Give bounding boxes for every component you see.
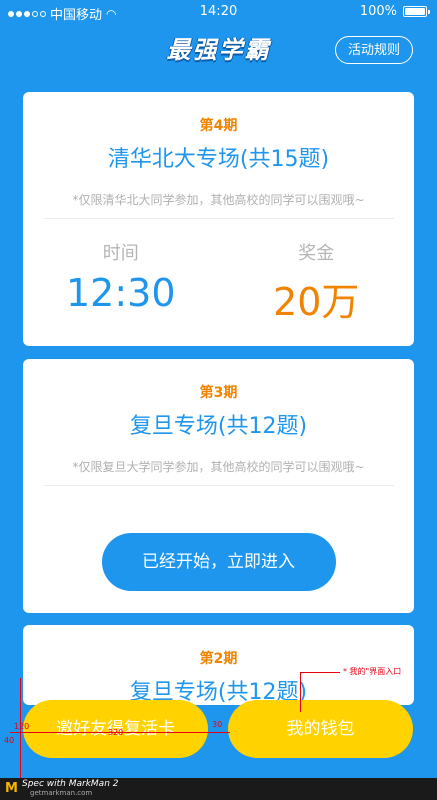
time-label: 时间 [102,243,139,264]
session-note: *仅限复旦大学同学参加，其他高校的同学可以围观哦~ [43,458,394,486]
time-value: 12:30 [65,271,176,315]
markman-footer: M Spec with MarkMan 2 getmarkman.com [0,778,437,800]
period-label: 第2期 [199,651,238,667]
prize-stat: 奖金 20万 [219,239,415,326]
prize-label: 奖金 [298,243,335,264]
period-label: 第3期 [199,385,238,401]
session-card-4: 第4期 清华北大专场(共15题) *仅限清华北大同学参加，其他高校的同学可以围观… [23,92,414,346]
prize-value: 20万 [273,280,360,324]
annotation-line [300,672,301,712]
session-note: *仅限清华北大同学参加，其他高校的同学可以围观哦~ [43,191,394,219]
my-wallet-button[interactable]: 我的钱包 [228,700,413,758]
status-right: 100% [359,4,430,19]
enter-now-button[interactable]: 已经开始，立即进入 [101,533,336,591]
footer-site: getmarkman.com [30,789,93,797]
annotation-wallet-entry: * 我的"界面入口 [343,667,402,676]
session-title: 清华北大专场(共15题) [107,147,330,172]
time-stat: 时间 12:30 [23,239,219,326]
rules-button[interactable]: 活动规则 [334,36,413,64]
battery-icon [403,6,430,17]
battery-percent: 100% [359,4,397,19]
period-label: 第4期 [199,118,238,134]
annotation-line [300,672,340,673]
markman-logo-icon: M [5,781,18,796]
annotation-gap: 30 [212,720,223,729]
session-stats: 时间 12:30 奖金 20万 [23,239,414,326]
status-bar: 中国移动 ◠ 14:20 100% [0,0,437,24]
annotation-width: 320 [108,728,124,737]
session-card-2[interactable]: 第2期 复旦专场(共12题) [23,625,414,705]
session-card-3: 第3期 复旦专场(共12题) *仅限复旦大学同学参加，其他高校的同学可以围观哦~… [23,359,414,613]
session-title: 复旦专场(共12题) [129,414,308,439]
annotation-height: 120 [14,722,30,731]
footer-spec: Spec with MarkMan 2 [22,779,119,789]
annotation-side: 40 [4,736,15,745]
annotation-line [208,732,230,733]
